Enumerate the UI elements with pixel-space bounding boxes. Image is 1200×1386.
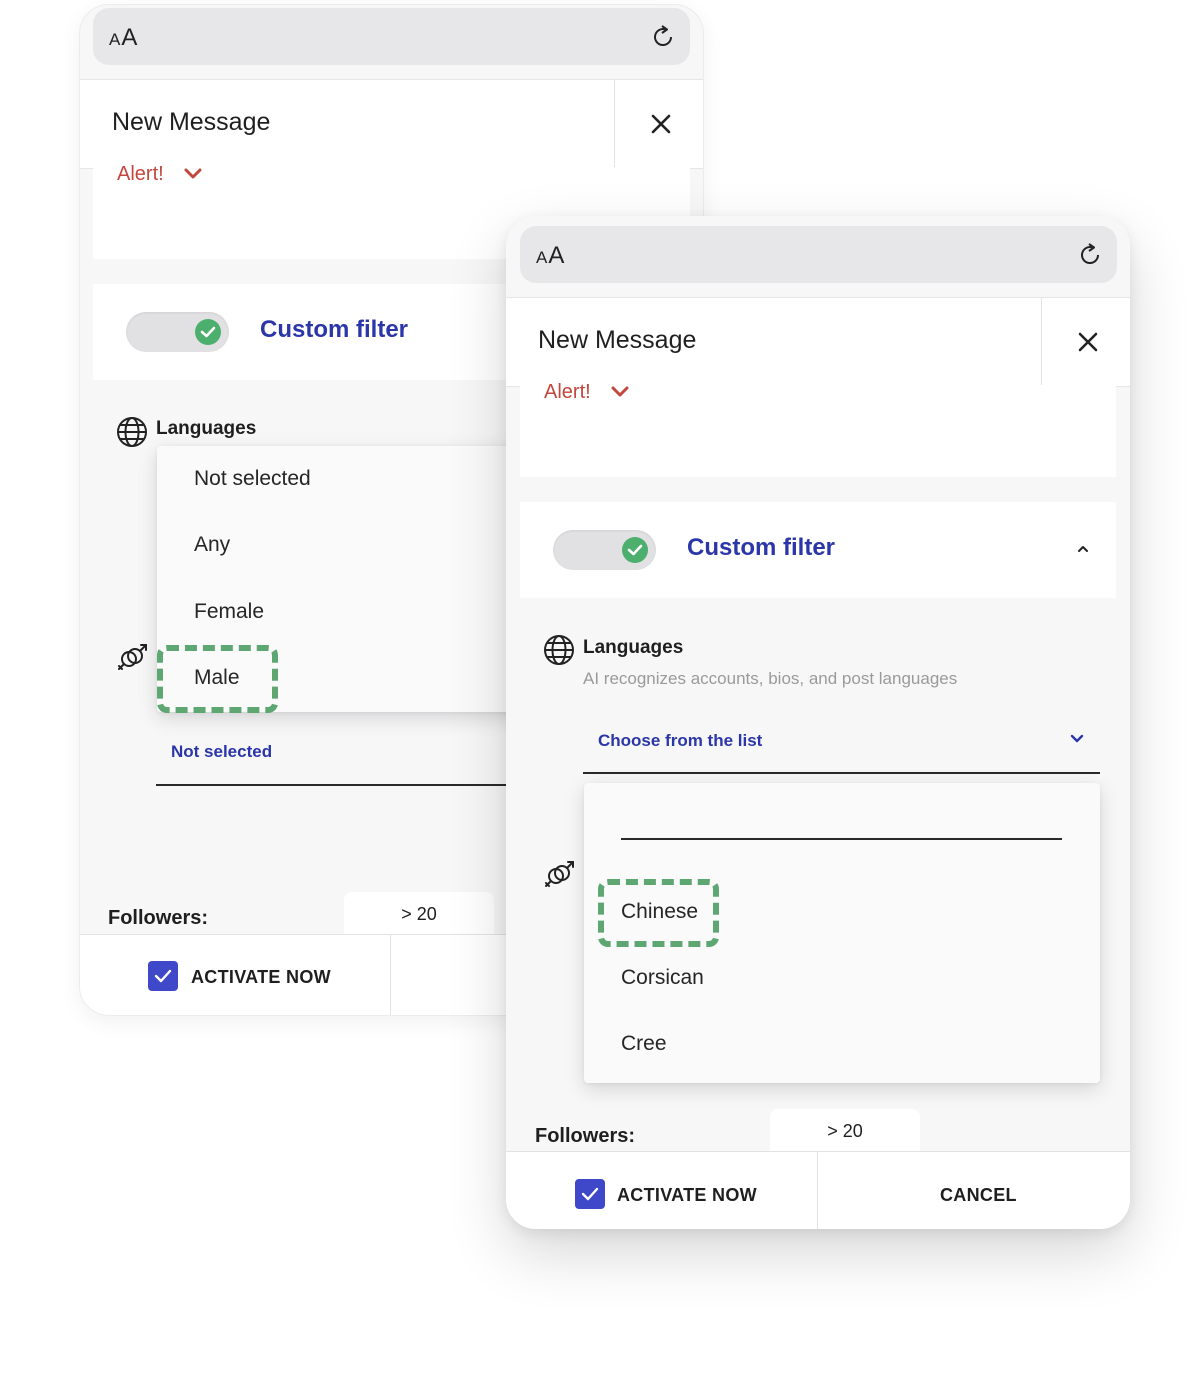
dropdown-option[interactable]: Any	[194, 533, 230, 557]
globe-icon	[544, 635, 574, 665]
chevron-down-icon[interactable]	[610, 385, 630, 399]
text-size-button[interactable]: AA	[109, 24, 138, 52]
footer-divider	[390, 935, 391, 1015]
activate-checkbox[interactable]	[148, 961, 178, 991]
footer-divider	[817, 1152, 818, 1229]
front-screen: AA New Message Alert! Custom filter Lang…	[506, 216, 1130, 1229]
activate-now-button[interactable]: ACTIVATE NOW	[617, 1185, 757, 1206]
custom-filter-label[interactable]: Custom filter	[260, 316, 408, 344]
text-size-small-label: A	[109, 30, 122, 49]
page-title: New Message	[538, 326, 697, 354]
followers-label: Followers:	[108, 907, 209, 929]
selection-highlight	[157, 645, 278, 713]
activate-now-button[interactable]: ACTIVATE NOW	[191, 967, 331, 988]
address-bar[interactable]: AA	[520, 226, 1117, 283]
dropdown-search-input[interactable]	[621, 838, 1062, 840]
close-icon[interactable]	[650, 113, 672, 135]
page-title: New Message	[112, 108, 271, 136]
footer-bar: ACTIVATE NOW CANCEL	[506, 1151, 1130, 1229]
languages-description: AI recognizes accounts, bios, and post l…	[583, 669, 958, 688]
dropdown-option[interactable]: Female	[194, 600, 264, 624]
header-divider	[614, 80, 615, 168]
check-icon	[154, 969, 172, 983]
language-select-value[interactable]: Choose from the list	[598, 731, 762, 751]
check-icon	[195, 319, 221, 345]
gender-icon	[545, 861, 574, 887]
check-icon	[581, 1187, 599, 1201]
selection-highlight	[598, 879, 719, 947]
cancel-button[interactable]: CANCEL	[940, 1185, 1017, 1206]
select-underline	[583, 772, 1100, 774]
alert-label[interactable]: Alert!	[544, 381, 591, 404]
header-divider	[1041, 298, 1042, 386]
text-size-button[interactable]: AA	[536, 242, 565, 270]
message-header: New Message	[506, 297, 1130, 387]
custom-filter-label[interactable]: Custom filter	[687, 534, 835, 562]
followers-input[interactable]: > 20	[770, 1109, 920, 1153]
followers-input[interactable]: > 20	[344, 892, 494, 936]
languages-label: Languages	[583, 637, 684, 658]
caret-up-icon[interactable]	[1077, 544, 1089, 553]
dropdown-option[interactable]: Not selected	[194, 467, 311, 491]
address-bar[interactable]: AA	[93, 8, 690, 65]
globe-icon	[117, 417, 147, 447]
text-size-large-label: A	[548, 242, 566, 269]
custom-filter-toggle[interactable]	[126, 312, 229, 352]
text-size-large-label: A	[121, 24, 139, 51]
dropdown-option[interactable]: Corsican	[621, 966, 704, 990]
reload-icon[interactable]	[650, 24, 676, 50]
alert-label[interactable]: Alert!	[117, 163, 164, 186]
activate-checkbox[interactable]	[575, 1179, 605, 1209]
language-dropdown: Chinese Corsican Cree	[584, 783, 1100, 1083]
close-icon[interactable]	[1077, 331, 1099, 353]
custom-filter-toggle[interactable]	[553, 530, 656, 570]
gender-select-value[interactable]: Not selected	[171, 742, 272, 762]
dropdown-option[interactable]: Cree	[621, 1032, 667, 1056]
chevron-down-icon[interactable]	[183, 167, 203, 181]
text-size-small-label: A	[536, 248, 549, 267]
followers-label: Followers:	[535, 1125, 636, 1147]
message-header: New Message	[80, 79, 703, 169]
alert-card: Alert!	[520, 381, 1116, 477]
check-icon	[622, 537, 648, 563]
custom-filter-card: Custom filter	[520, 502, 1116, 598]
reload-icon[interactable]	[1077, 242, 1103, 268]
languages-label: Languages	[156, 418, 257, 439]
chevron-down-icon[interactable]	[1070, 734, 1084, 744]
gender-icon	[118, 644, 147, 670]
